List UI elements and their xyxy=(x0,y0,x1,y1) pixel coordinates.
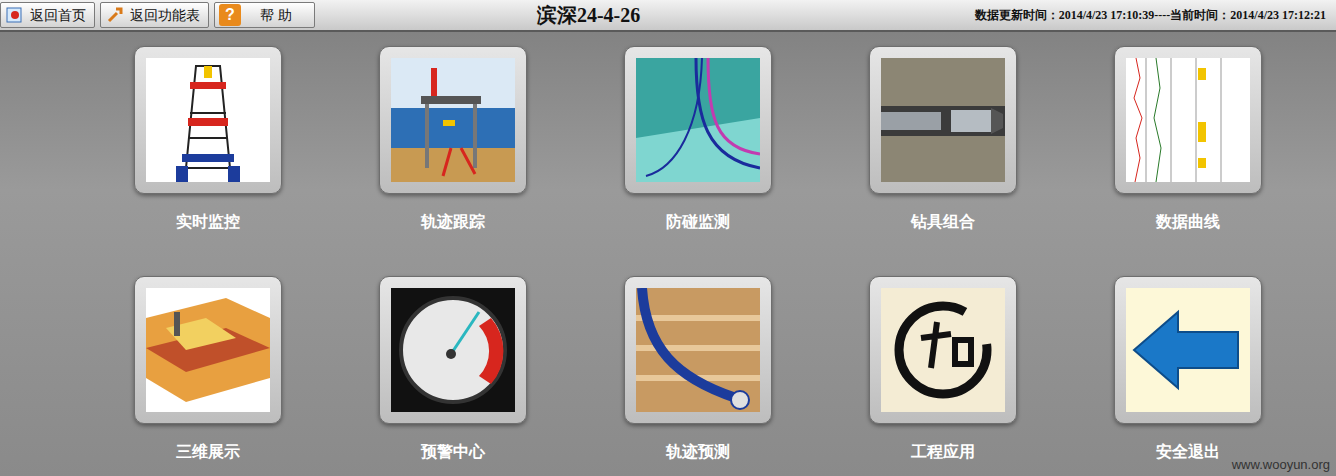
function-tile[interactable]: 安全退出 xyxy=(1114,276,1262,462)
derrick-icon xyxy=(146,58,270,182)
tile-label: 预警中心 xyxy=(421,442,485,462)
home-icon xyxy=(5,5,25,25)
function-tile[interactable]: 轨迹跟踪 xyxy=(379,46,527,232)
help-icon: ? xyxy=(219,4,241,26)
gauge-icon xyxy=(391,288,515,412)
watermark: www.wooyun.org xyxy=(1232,455,1330,475)
app: 返回首页返回功能表?帮 助 滨深24-4-26 数据更新时间：2014/4/23 1… xyxy=(0,0,1336,476)
anticollision-icon xyxy=(636,58,760,182)
page-title: 滨深24-4-26 xyxy=(537,0,640,30)
function-tile[interactable]: 实时监控 xyxy=(134,46,282,232)
exit-arrow-icon xyxy=(1126,288,1250,412)
drill-bit-icon xyxy=(881,58,1005,182)
tile-label: 轨迹跟踪 xyxy=(421,212,485,232)
function-tile[interactable]: 工程应用 xyxy=(869,276,1017,462)
3d-model-icon xyxy=(146,288,270,412)
tile-label: 钻具组合 xyxy=(911,212,975,232)
toolbar-button[interactable]: 返回首页 xyxy=(0,2,95,28)
function-tile[interactable]: 防碰监测 xyxy=(624,46,772,232)
data-curves-icon xyxy=(1126,58,1250,182)
toolbar-button[interactable]: 返回功能表 xyxy=(100,2,209,28)
tile-label: 三维展示 xyxy=(176,442,240,462)
tools-icon xyxy=(105,5,125,25)
tile-label: 轨迹预测 xyxy=(666,442,730,462)
function-tile[interactable]: 数据曲线 xyxy=(1114,46,1262,232)
tile-label: 工程应用 xyxy=(911,442,975,462)
function-tile[interactable]: 预警中心 xyxy=(379,276,527,462)
tile-label: 实时监控 xyxy=(176,212,240,232)
time-info: 数据更新时间：2014/4/23 17:10:39----当前时间：2014/4… xyxy=(975,6,1336,24)
tile-grid: 实时监控 轨迹跟踪 防碰监测 钻具组合 数据曲线三维展示 预警中心 轨迹预测 工程应用 安全退出 xyxy=(0,32,1336,462)
top-bar: 返回首页返回功能表?帮 助 滨深24-4-26 数据更新时间：2014/4/23 1… xyxy=(0,0,1336,32)
function-tile[interactable]: 轨迹预测 xyxy=(624,276,772,462)
toolbar-button[interactable]: ?帮 助 xyxy=(214,2,315,28)
tile-label: 防碰监测 xyxy=(666,212,730,232)
platform-icon xyxy=(391,58,515,182)
function-tile[interactable]: 钻具组合 xyxy=(869,46,1017,232)
tile-label: 安全退出 xyxy=(1156,442,1220,462)
brush-logo-icon xyxy=(881,288,1005,412)
tile-label: 数据曲线 xyxy=(1156,212,1220,232)
function-tile[interactable]: 三维展示 xyxy=(134,276,282,462)
well-path-icon xyxy=(636,288,760,412)
